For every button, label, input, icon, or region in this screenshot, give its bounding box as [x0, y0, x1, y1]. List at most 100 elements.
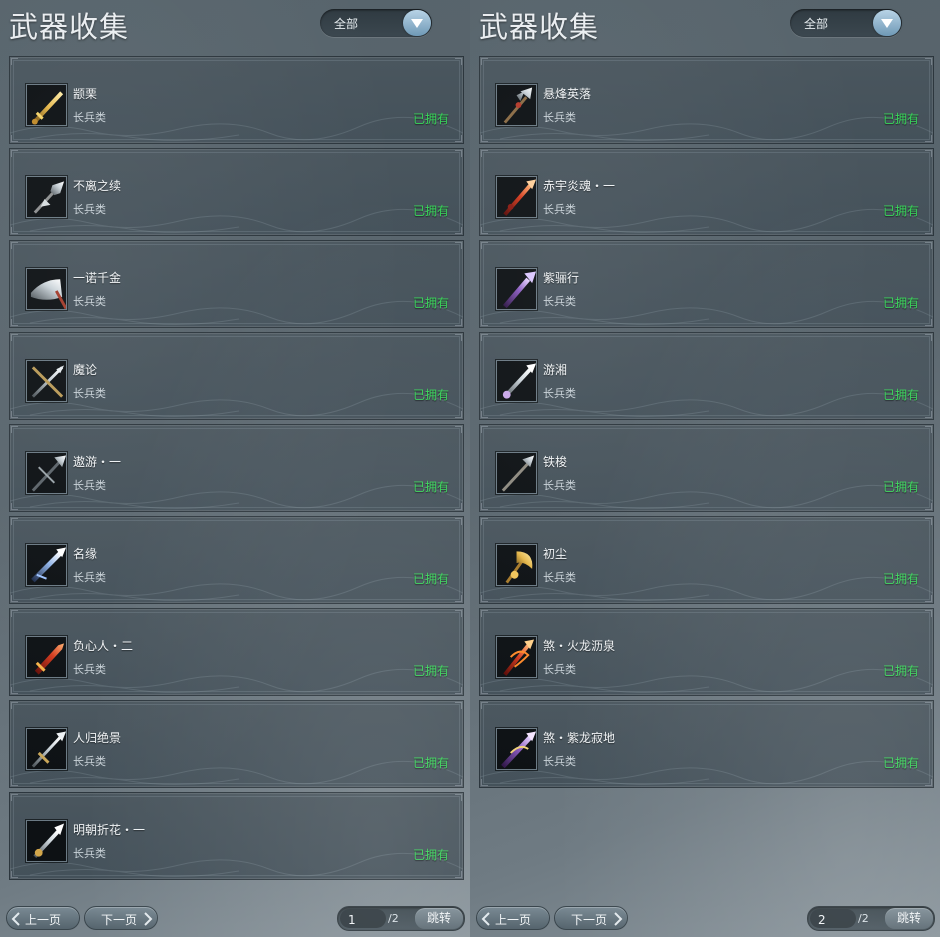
corner-ornament — [925, 687, 932, 694]
owned-status: 已拥有 — [412, 296, 449, 310]
owned-status: 已拥有 — [882, 112, 919, 126]
weapon-card[interactable]: 颛栗 长兵类 已拥有 — [9, 56, 464, 144]
corner-ornament — [455, 518, 462, 525]
weapon-card[interactable]: 煞・火龙沥泉 长兵类 已拥有 — [479, 608, 934, 696]
corner-ornament — [481, 334, 488, 341]
corner-ornament — [925, 595, 932, 602]
corner-ornament — [11, 426, 18, 433]
jump-button[interactable]: 跳转 — [885, 908, 933, 929]
owned-status: 已拥有 — [882, 204, 919, 218]
broad-blade-icon — [26, 268, 67, 310]
purple-spear-icon — [496, 268, 537, 310]
weapon-name: 不离之续 — [73, 179, 122, 193]
owned-status: 已拥有 — [882, 480, 919, 494]
weapon-card[interactable]: 煞・紫龙寂地 长兵类 已拥有 — [479, 700, 934, 788]
weapon-type: 长兵类 — [543, 111, 576, 124]
weapon-card[interactable]: 遨游・一 长兵类 已拥有 — [9, 424, 464, 512]
corner-ornament — [481, 150, 488, 157]
owned-status: 已拥有 — [412, 572, 449, 586]
page-number-input[interactable] — [340, 909, 386, 928]
ornate-spear-icon — [26, 820, 67, 862]
weapon-card[interactable]: 赤宇炎魂・一 长兵类 已拥有 — [479, 148, 934, 236]
corner-ornament — [11, 871, 18, 878]
page-total: /2 — [388, 912, 399, 925]
gold-sword-icon — [26, 84, 67, 126]
next-page-button[interactable]: 下一页 — [554, 906, 628, 930]
corner-ornament — [11, 150, 18, 157]
corner-ornament — [925, 503, 932, 510]
corner-ornament — [481, 503, 488, 510]
weapon-card[interactable]: 人归绝景 长兵类 已拥有 — [9, 700, 464, 788]
corner-ornament — [481, 702, 488, 709]
corner-ornament — [925, 518, 932, 525]
corner-ornament — [481, 610, 488, 617]
weapon-name: 赤宇炎魂・一 — [543, 179, 616, 193]
pagination: 上一页 下一页 /2 跳转 — [0, 904, 470, 932]
weapon-card[interactable]: 名缘 长兵类 已拥有 — [9, 516, 464, 604]
corner-ornament — [11, 595, 18, 602]
corner-ornament — [11, 687, 18, 694]
weapon-card[interactable]: 魔论 长兵类 已拥有 — [9, 332, 464, 420]
silver-spear-icon — [26, 728, 67, 770]
owned-status: 已拥有 — [882, 388, 919, 402]
corner-ornament — [455, 702, 462, 709]
next-page-label: 下一页 — [101, 913, 138, 927]
corner-ornament — [11, 518, 18, 525]
weapon-type: 长兵类 — [73, 479, 106, 492]
page-title: 武器收集 — [9, 10, 130, 44]
corner-ornament — [455, 687, 462, 694]
golden-axe-icon — [496, 544, 537, 586]
corner-ornament — [481, 595, 488, 602]
weapon-card[interactable]: 紫骊行 长兵类 已拥有 — [479, 240, 934, 328]
iron-spear-icon — [496, 452, 537, 494]
corner-ornament — [455, 411, 462, 418]
corner-ornament — [455, 150, 462, 157]
weapon-card[interactable]: 初尘 长兵类 已拥有 — [479, 516, 934, 604]
corner-ornament — [455, 58, 462, 65]
page-number-input[interactable] — [810, 909, 856, 928]
steel-halberd-icon — [26, 176, 67, 218]
next-page-button[interactable]: 下一页 — [84, 906, 158, 930]
weapon-type: 长兵类 — [73, 755, 106, 768]
weapon-type: 长兵类 — [543, 663, 576, 676]
weapon-panel-right: 武器收集 全部 悬烽英落 长兵类 已拥有 赤宇炎魂・一 长兵类 已拥有 紫骊行 长兵类 已拥有游… — [470, 0, 940, 937]
corner-ornament — [925, 227, 932, 234]
weapon-card[interactable]: 明朝折花・一 长兵类 已拥有 — [9, 792, 464, 880]
page-total: /2 — [858, 912, 869, 925]
weapon-card[interactable]: 铁梭 长兵类 已拥有 — [479, 424, 934, 512]
chevron-right-icon — [144, 912, 153, 926]
weapon-type: 长兵类 — [73, 847, 106, 860]
owned-status: 已拥有 — [882, 572, 919, 586]
corner-ornament — [455, 794, 462, 801]
corner-ornament — [925, 610, 932, 617]
corner-ornament — [11, 227, 18, 234]
chevron-left-icon — [11, 912, 20, 926]
corner-ornament — [455, 871, 462, 878]
weapon-card[interactable]: 悬烽英落 长兵类 已拥有 — [479, 56, 934, 144]
owned-status: 已拥有 — [412, 480, 449, 494]
weapon-card[interactable]: 负心人・二 长兵类 已拥有 — [9, 608, 464, 696]
weapon-name: 紫骊行 — [543, 271, 580, 285]
weapon-panel-left: 武器收集 全部 颛栗 长兵类 已拥有 不离之续 长兵类 已拥有 一诺千金 长兵类 已拥有 魔论 长兵… — [0, 0, 470, 937]
weapon-card[interactable]: 不离之续 长兵类 已拥有 — [9, 148, 464, 236]
prev-page-button[interactable]: 上一页 — [476, 906, 550, 930]
filter-dropdown[interactable]: 全部 — [790, 9, 902, 37]
chevron-down-icon[interactable] — [873, 10, 901, 36]
trident-icon — [496, 84, 537, 126]
next-page-label: 下一页 — [571, 913, 608, 927]
corner-ornament — [455, 334, 462, 341]
owned-status: 已拥有 — [412, 756, 449, 770]
corner-ornament — [481, 242, 488, 249]
corner-ornament — [925, 135, 932, 142]
prev-page-button[interactable]: 上一页 — [6, 906, 80, 930]
filter-dropdown[interactable]: 全部 — [320, 9, 432, 37]
weapon-card[interactable]: 游湘 长兵类 已拥有 — [479, 332, 934, 420]
corner-ornament — [481, 779, 488, 786]
weapon-card[interactable]: 一诺千金 长兵类 已拥有 — [9, 240, 464, 328]
chevron-down-icon[interactable] — [403, 10, 431, 36]
owned-status: 已拥有 — [882, 664, 919, 678]
corner-ornament — [481, 135, 488, 142]
weapon-name: 颛栗 — [73, 87, 98, 101]
corner-ornament — [925, 334, 932, 341]
jump-button[interactable]: 跳转 — [415, 908, 463, 929]
